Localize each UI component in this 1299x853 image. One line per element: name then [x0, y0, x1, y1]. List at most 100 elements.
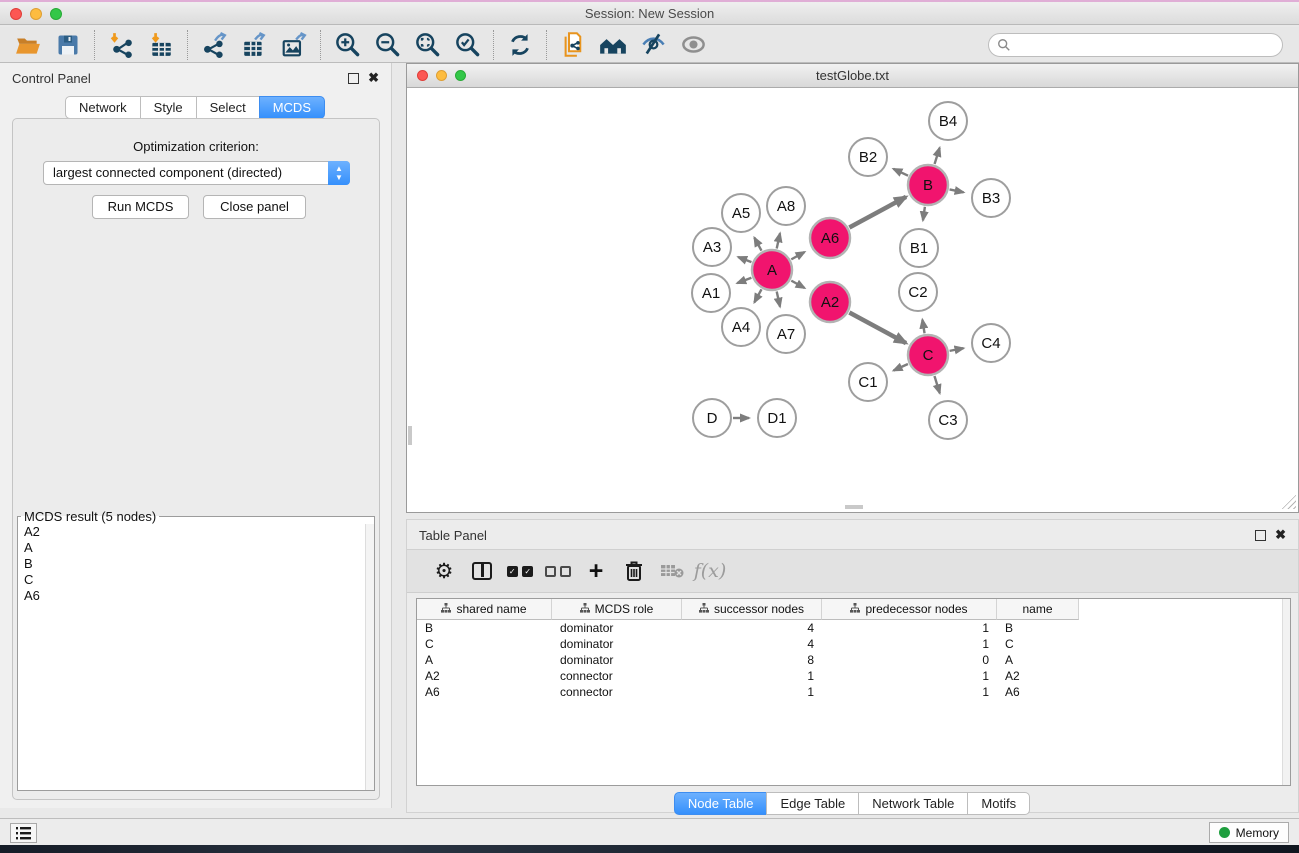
export-network-button[interactable] — [194, 30, 234, 60]
function-builder-button[interactable]: f(x) — [691, 556, 729, 586]
edge-A-A8[interactable] — [777, 233, 780, 248]
node-C[interactable]: C — [908, 335, 948, 375]
table-tab-edge-table[interactable]: Edge Table — [766, 792, 859, 815]
edge-A-A5[interactable] — [754, 238, 761, 251]
edge-B-B2[interactable] — [893, 169, 908, 176]
node-B[interactable]: B — [908, 165, 948, 205]
mcds-result-item[interactable]: C — [18, 572, 374, 588]
control-tab-select[interactable]: Select — [196, 96, 260, 119]
control-tab-network[interactable]: Network — [65, 96, 141, 119]
select-all-columns-button[interactable]: ✓ ✓ — [501, 556, 539, 586]
node-A8[interactable]: A8 — [767, 187, 805, 225]
import-table-button[interactable] — [141, 30, 181, 60]
close-panel-button[interactable]: Close panel — [203, 195, 306, 219]
run-mcds-button[interactable]: Run MCDS — [92, 195, 189, 219]
node-B3[interactable]: B3 — [972, 179, 1010, 217]
table-row[interactable]: Bdominator41B — [417, 620, 1290, 636]
node-C2[interactable]: C2 — [899, 273, 937, 311]
node-A6[interactable]: A6 — [810, 218, 850, 258]
hide-selection-button[interactable] — [633, 30, 673, 60]
column-header-successor-nodes[interactable]: successor nodes — [682, 599, 822, 620]
edge-A-A7[interactable] — [777, 291, 780, 306]
edge-A-A3[interactable] — [738, 257, 751, 262]
column-header-name[interactable]: name — [997, 599, 1079, 620]
zoom-network-button[interactable] — [455, 70, 466, 81]
vertical-scroll-indicator[interactable] — [408, 426, 412, 445]
edge-A-A6[interactable] — [791, 252, 804, 259]
table-row[interactable]: A6connector11A6 — [417, 684, 1290, 700]
mcds-result-item[interactable]: A — [18, 540, 374, 556]
column-header-MCDS-role[interactable]: MCDS role — [552, 599, 682, 620]
zoom-out-button[interactable] — [367, 30, 407, 60]
column-header-shared-name[interactable]: shared name — [417, 599, 552, 620]
node-A4[interactable]: A4 — [722, 308, 760, 346]
control-tab-style[interactable]: Style — [140, 96, 197, 119]
network-canvas[interactable]: B4B2BB3A8A5A6B1A3AA1C2A2A4A7C4CC1C3DD1 — [407, 88, 1298, 511]
node-D1[interactable]: D1 — [758, 399, 796, 437]
node-A5[interactable]: A5 — [722, 194, 760, 232]
add-column-button[interactable]: + — [577, 556, 615, 586]
node-A1[interactable]: A1 — [692, 274, 730, 312]
table-row[interactable]: A2connector11A2 — [417, 668, 1290, 684]
close-window-button[interactable] — [10, 8, 22, 20]
memory-button[interactable]: Memory — [1209, 822, 1289, 843]
import-network-button[interactable] — [101, 30, 141, 60]
mcds-result-item[interactable]: A6 — [18, 588, 374, 604]
node-C4[interactable]: C4 — [972, 324, 1010, 362]
new-network-from-selection-button[interactable] — [553, 30, 593, 60]
criterion-dropdown[interactable]: largest connected component (directed) ▲… — [43, 161, 350, 185]
node-B1[interactable]: B1 — [900, 229, 938, 267]
refresh-button[interactable] — [500, 30, 540, 60]
delete-columns-button[interactable] — [615, 556, 653, 586]
edge-C-C3[interactable] — [934, 376, 939, 393]
close-panel-icon[interactable]: ✖ — [368, 70, 379, 86]
zoom-in-button[interactable] — [327, 30, 367, 60]
node-D[interactable]: D — [693, 399, 731, 437]
edge-A-A4[interactable] — [754, 289, 761, 302]
zoom-selected-button[interactable] — [447, 30, 487, 60]
float-panel-icon[interactable] — [348, 73, 359, 84]
table-scrollbar[interactable] — [1282, 599, 1290, 785]
export-image-button[interactable] — [274, 30, 314, 60]
float-table-panel-icon[interactable] — [1255, 530, 1266, 541]
deselect-all-columns-button[interactable] — [539, 556, 577, 586]
edge-B-B4[interactable] — [935, 148, 940, 164]
edge-C-C4[interactable] — [950, 348, 964, 351]
edge-C-C2[interactable] — [922, 320, 924, 334]
mcds-result-item[interactable]: A2 — [18, 524, 374, 540]
node-B4[interactable]: B4 — [929, 102, 967, 140]
open-session-button[interactable] — [8, 30, 48, 60]
node-C1[interactable]: C1 — [849, 363, 887, 401]
zoom-fit-button[interactable] — [407, 30, 447, 60]
network-window-titlebar[interactable]: testGlobe.txt — [407, 64, 1298, 88]
table-tab-node-table[interactable]: Node Table — [674, 792, 768, 815]
close-table-panel-icon[interactable]: ✖ — [1275, 527, 1286, 543]
node-A7[interactable]: A7 — [767, 315, 805, 353]
toggle-panel-button[interactable] — [463, 556, 501, 586]
minimize-window-button[interactable] — [30, 8, 42, 20]
task-history-button[interactable] — [10, 823, 37, 843]
zoom-window-button[interactable] — [50, 8, 62, 20]
close-network-button[interactable] — [417, 70, 428, 81]
edge-A6-B[interactable] — [849, 197, 906, 228]
search-input[interactable] — [988, 33, 1283, 57]
node-A2[interactable]: A2 — [810, 282, 850, 322]
column-header-predecessor-nodes[interactable]: predecessor nodes — [822, 599, 997, 620]
minimize-network-button[interactable] — [436, 70, 447, 81]
table-row[interactable]: Adominator80A — [417, 652, 1290, 668]
control-tab-mcds[interactable]: MCDS — [259, 96, 325, 119]
edge-A-A1[interactable] — [737, 278, 751, 283]
first-neighbors-button[interactable] — [593, 30, 633, 60]
node-C3[interactable]: C3 — [929, 401, 967, 439]
export-table-button[interactable] — [234, 30, 274, 60]
table-tab-motifs[interactable]: Motifs — [967, 792, 1030, 815]
show-graphics-details-button[interactable] — [673, 30, 713, 60]
node-A[interactable]: A — [752, 250, 792, 290]
node-A3[interactable]: A3 — [693, 228, 731, 266]
result-scrollbar[interactable] — [365, 524, 374, 790]
table-tab-network-table[interactable]: Network Table — [858, 792, 968, 815]
edge-B-B3[interactable] — [950, 189, 964, 192]
horizontal-scroll-indicator[interactable] — [845, 505, 863, 509]
edge-A-A2[interactable] — [791, 281, 804, 288]
delete-table-button[interactable] — [653, 556, 691, 586]
